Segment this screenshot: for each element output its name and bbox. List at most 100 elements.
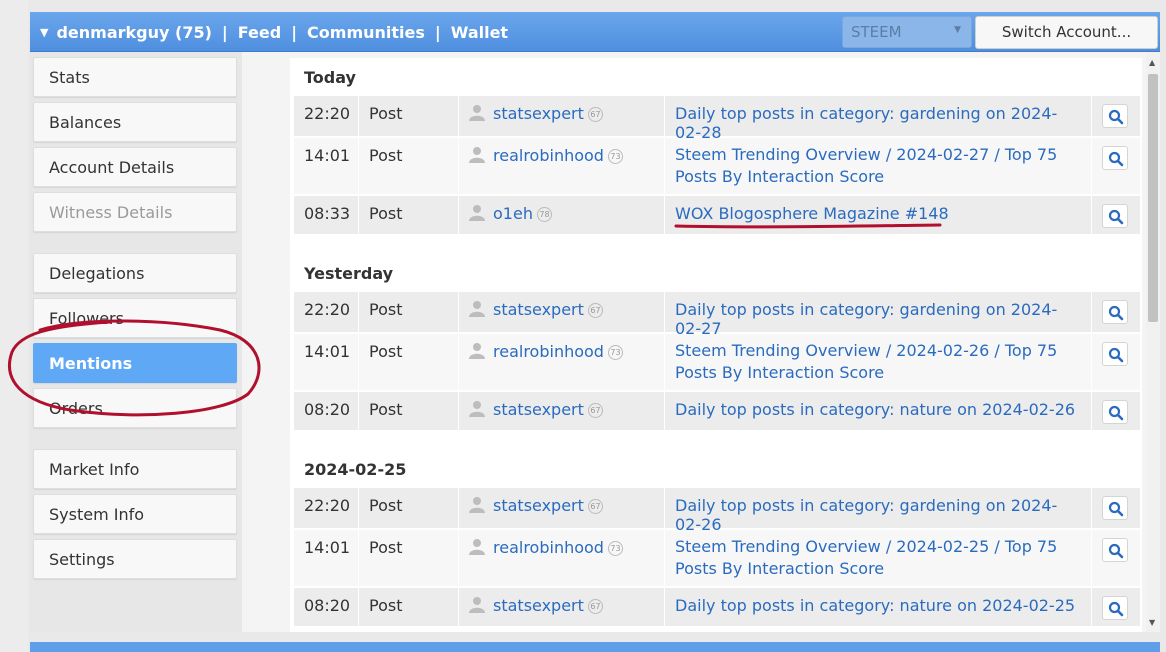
table-row[interactable]: 08:20 Post statsexpert 67 Daily top posts… — [294, 588, 1140, 626]
view-mention-button[interactable] — [1102, 104, 1128, 128]
user-icon — [469, 301, 485, 317]
sidebar: Stats Balances Account Details Witness D… — [30, 52, 242, 632]
sidebar-item-balances[interactable]: Balances — [33, 102, 237, 142]
mention-time: 14:01 — [294, 138, 359, 194]
mentions-panel: Today 22:20 Post statsexpert 67 Daily top… — [290, 58, 1142, 632]
table-row[interactable]: 14:01 Post realrobinhood 73 Steem Trendin… — [294, 530, 1140, 586]
scroll-up-arrow-icon[interactable]: ▲ — [1149, 58, 1155, 67]
account-name-link[interactable]: denmarkguy (75) — [56, 23, 211, 42]
user-icon — [469, 205, 485, 221]
sidebar-item-account-details[interactable]: Account Details — [33, 147, 237, 187]
mention-user-cell: statsexpert 67 — [459, 488, 665, 528]
bottom-bar — [30, 642, 1160, 652]
view-mention-button[interactable] — [1102, 538, 1128, 562]
caret-down-icon[interactable]: ▼ — [40, 26, 48, 39]
mention-post-link[interactable]: Steem Trending Overview / 2024-02-25 / T… — [665, 530, 1092, 586]
mention-username[interactable]: realrobinhood — [493, 342, 604, 361]
action-cell — [1092, 196, 1140, 234]
view-mention-button[interactable] — [1102, 300, 1128, 324]
mention-username[interactable]: statsexpert — [493, 496, 584, 515]
table-row[interactable]: 08:20 Post statsexpert 67 Daily top posts… — [294, 392, 1140, 430]
view-mention-button[interactable] — [1102, 596, 1128, 620]
action-cell — [1092, 138, 1140, 194]
sidebar-item-orders[interactable]: Orders — [33, 388, 237, 428]
mention-username[interactable]: statsexpert — [493, 596, 584, 615]
mention-type: Post — [359, 292, 459, 332]
mention-post-link[interactable]: Daily top posts in category: gardening o… — [665, 96, 1092, 142]
mention-post-link[interactable]: Daily top posts in category: gardening o… — [665, 488, 1092, 534]
mention-time: 22:20 — [294, 96, 359, 136]
currency-select[interactable]: STEEM ▼ — [842, 16, 972, 48]
mention-username[interactable]: statsexpert — [493, 104, 584, 123]
nav-feed-link[interactable]: Feed — [238, 23, 281, 42]
view-mention-button[interactable] — [1102, 400, 1128, 424]
reputation-badge: 67 — [587, 599, 603, 614]
user-icon — [469, 401, 485, 417]
mention-user-cell: statsexpert 67 — [459, 392, 665, 430]
table-row[interactable]: 22:20 Post statsexpert 67 Daily top posts… — [294, 96, 1140, 142]
mention-username[interactable]: statsexpert — [493, 400, 584, 419]
mention-type: Post — [359, 334, 459, 390]
sidebar-item-market-info[interactable]: Market Info — [33, 449, 237, 489]
mention-post-link[interactable]: Daily top posts in category: gardening o… — [665, 292, 1092, 338]
search-icon — [1108, 405, 1124, 421]
view-mention-button[interactable] — [1102, 204, 1128, 228]
action-cell — [1092, 292, 1140, 332]
view-mention-button[interactable] — [1102, 342, 1128, 366]
action-cell — [1092, 334, 1140, 390]
nav-separator: | — [434, 22, 441, 42]
search-icon — [1108, 543, 1124, 559]
mention-post-link[interactable]: Steem Trending Overview / 2024-02-27 / T… — [665, 138, 1092, 194]
mention-user-cell: statsexpert 67 — [459, 292, 665, 332]
table-row[interactable]: 14:01 Post realrobinhood 73 Steem Trendin… — [294, 138, 1140, 194]
mention-time: 08:20 — [294, 392, 359, 430]
main-content: Today 22:20 Post statsexpert 67 Daily top… — [242, 52, 1146, 632]
reputation-badge: 67 — [587, 303, 603, 318]
group-title-date: 2024-02-25 — [304, 460, 407, 479]
mention-type: Post — [359, 588, 459, 626]
scrollbar-thumb[interactable] — [1148, 74, 1158, 322]
mention-username[interactable]: realrobinhood — [493, 538, 604, 557]
mention-post-link[interactable]: Daily top posts in category: nature on 2… — [665, 392, 1092, 430]
sidebar-item-delegations[interactable]: Delegations — [33, 253, 237, 293]
mention-user-cell: statsexpert 67 — [459, 96, 665, 136]
mention-time: 22:20 — [294, 488, 359, 528]
mention-post-link[interactable]: WOX Blogosphere Magazine #148 — [665, 196, 1092, 234]
mention-username[interactable]: statsexpert — [493, 300, 584, 319]
nav-wallet-link[interactable]: Wallet — [451, 23, 508, 42]
mention-post-link[interactable]: Daily top posts in category: nature on 2… — [665, 588, 1092, 626]
mention-type: Post — [359, 392, 459, 430]
switch-account-button[interactable]: Switch Account... — [975, 16, 1158, 49]
sidebar-item-system-info[interactable]: System Info — [33, 494, 237, 534]
table-row[interactable]: 08:33 Post o1eh 78 WOX Blogosphere Magazi… — [294, 196, 1140, 234]
reputation-badge: 67 — [587, 403, 603, 418]
group-title-yesterday: Yesterday — [304, 264, 394, 283]
vertical-scrollbar[interactable]: ▲ ▼ — [1146, 52, 1160, 632]
mention-time: 08:20 — [294, 588, 359, 626]
action-cell — [1092, 530, 1140, 586]
mention-time: 22:20 — [294, 292, 359, 332]
view-mention-button[interactable] — [1102, 496, 1128, 520]
action-cell — [1092, 488, 1140, 528]
sidebar-item-stats[interactable]: Stats — [33, 57, 237, 97]
sidebar-item-settings[interactable]: Settings — [33, 539, 237, 579]
view-mention-button[interactable] — [1102, 146, 1128, 170]
sidebar-item-followers[interactable]: Followers — [33, 298, 237, 338]
search-icon — [1108, 151, 1124, 167]
mention-type: Post — [359, 138, 459, 194]
nav-communities-link[interactable]: Communities — [307, 23, 425, 42]
scroll-down-arrow-icon[interactable]: ▼ — [1149, 618, 1155, 627]
user-icon — [469, 597, 485, 613]
mention-username[interactable]: realrobinhood — [493, 146, 604, 165]
mention-username[interactable]: o1eh — [493, 204, 533, 223]
table-row[interactable]: 22:20 Post statsexpert 67 Daily top posts… — [294, 488, 1140, 534]
action-cell — [1092, 392, 1140, 430]
reputation-badge: 67 — [587, 499, 603, 514]
user-icon — [469, 497, 485, 513]
mention-post-link[interactable]: Steem Trending Overview / 2024-02-26 / T… — [665, 334, 1092, 390]
currency-select-value: STEEM — [851, 23, 902, 41]
mention-type: Post — [359, 196, 459, 234]
sidebar-item-mentions[interactable]: Mentions — [33, 343, 237, 383]
table-row[interactable]: 14:01 Post realrobinhood 73 Steem Trendin… — [294, 334, 1140, 390]
table-row[interactable]: 22:20 Post statsexpert 67 Daily top posts… — [294, 292, 1140, 338]
